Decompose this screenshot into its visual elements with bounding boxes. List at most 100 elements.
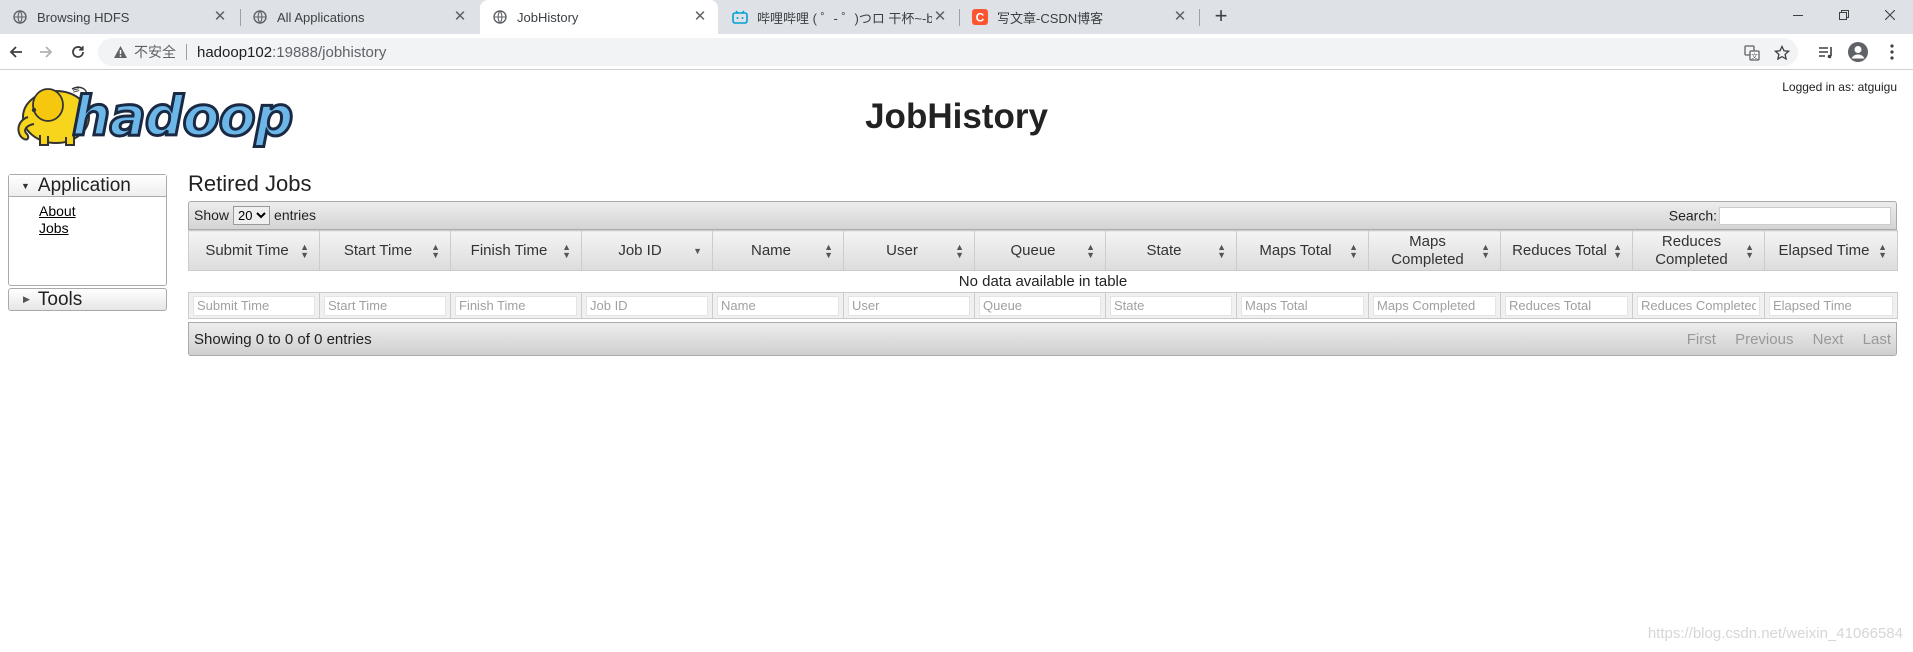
tab-csdn[interactable]: C 写文章-CSDN博客 ✕ bbox=[960, 0, 1198, 34]
close-icon[interactable]: ✕ bbox=[692, 9, 708, 25]
filter-input-start-time[interactable] bbox=[324, 295, 446, 316]
filter-input-queue[interactable] bbox=[979, 295, 1101, 316]
sidebar-links: About Jobs bbox=[9, 197, 166, 237]
column-header-finish-time[interactable]: Finish Time ▲ ▼ bbox=[450, 230, 582, 271]
pager-first-button[interactable]: First bbox=[1687, 331, 1716, 348]
sort-both-icon: ▲ ▼ bbox=[1613, 241, 1622, 260]
sort-desc-icon: ▼ bbox=[693, 245, 702, 256]
filter-input-state[interactable] bbox=[1110, 295, 1232, 316]
forward-button[interactable] bbox=[32, 38, 60, 66]
tab-jobhistory[interactable]: JobHistory ✕ bbox=[480, 0, 718, 34]
column-header-maps-completed[interactable]: Maps Completed ▲ ▼ bbox=[1368, 230, 1501, 271]
column-header-maps-total[interactable]: Maps Total ▲ ▼ bbox=[1236, 230, 1369, 271]
close-window-button[interactable] bbox=[1867, 0, 1913, 30]
minimize-button[interactable] bbox=[1775, 0, 1821, 30]
sort-both-icon: ▲ ▼ bbox=[1217, 241, 1226, 260]
filter-input-job-id[interactable] bbox=[586, 295, 708, 316]
menu-button[interactable] bbox=[1878, 38, 1906, 66]
csdn-icon: C bbox=[972, 9, 988, 25]
new-tab-button[interactable]: + bbox=[1208, 4, 1234, 30]
column-header-user[interactable]: User ▲ ▼ bbox=[843, 230, 975, 271]
page-body: ≋ hadoop JobHistory Logged in as: atguig… bbox=[0, 71, 1913, 652]
triangle-right-icon: ▶ bbox=[23, 294, 30, 304]
filter-input-maps-total[interactable] bbox=[1241, 295, 1364, 316]
filter-input-reduces-completed[interactable] bbox=[1637, 295, 1760, 316]
column-header-label: Reduces Total bbox=[1512, 241, 1607, 259]
pager-last-button[interactable]: Last bbox=[1863, 331, 1891, 348]
filter-input-submit-time[interactable] bbox=[193, 295, 315, 316]
filter-cell bbox=[1105, 292, 1237, 319]
sort-both-icon: ▲ ▼ bbox=[955, 241, 964, 260]
sort-both-icon: ▲ ▼ bbox=[1349, 241, 1358, 260]
search-input[interactable] bbox=[1719, 206, 1891, 225]
address-bar[interactable]: 不安全 hadoop102:19888/jobhistory 文 bbox=[98, 38, 1798, 66]
close-icon[interactable]: ✕ bbox=[452, 9, 468, 25]
sort-both-icon: ▲ ▼ bbox=[1481, 241, 1490, 260]
filter-input-elapsed-time[interactable] bbox=[1769, 295, 1893, 316]
filter-input-finish-time[interactable] bbox=[455, 295, 577, 316]
search-control: Search: bbox=[1669, 206, 1891, 225]
minimize-icon bbox=[1793, 15, 1803, 16]
tab-title: 哔哩哔哩 ( ゜- ゜)つロ 干杯~-bili bbox=[757, 10, 932, 26]
back-button[interactable] bbox=[2, 38, 30, 66]
close-icon[interactable]: ✕ bbox=[932, 9, 948, 25]
triangle-down-icon: ▼ bbox=[21, 180, 30, 191]
filter-cell bbox=[712, 292, 844, 319]
column-header-reduces-completed[interactable]: Reduces Completed ▲ ▼ bbox=[1632, 230, 1765, 271]
sort-both-icon: ▲ ▼ bbox=[824, 241, 833, 260]
close-icon[interactable]: ✕ bbox=[1172, 9, 1188, 25]
svg-text:文: 文 bbox=[1751, 52, 1758, 61]
column-header-state[interactable]: State ▲ ▼ bbox=[1105, 230, 1237, 271]
column-header-name[interactable]: Name ▲ ▼ bbox=[712, 230, 844, 271]
sidebar-application-header[interactable]: ▼ Application bbox=[9, 175, 166, 197]
security-label: 不安全 bbox=[134, 44, 176, 60]
sort-both-icon: ▲ ▼ bbox=[562, 241, 571, 260]
pagination: First Previous Next Last bbox=[1672, 331, 1891, 348]
sidebar-link-about[interactable]: About bbox=[39, 203, 166, 220]
table-info: Showing 0 to 0 of 0 entries bbox=[194, 330, 372, 348]
tab-divider bbox=[1199, 9, 1200, 26]
tab-browsing-hdfs[interactable]: Browsing HDFS ✕ bbox=[0, 0, 238, 34]
filter-input-name[interactable] bbox=[717, 295, 839, 316]
column-header-submit-time[interactable]: Submit Time ▲ ▼ bbox=[188, 230, 320, 271]
translate-icon[interactable]: 文 bbox=[1743, 44, 1761, 62]
bookmark-star-icon[interactable] bbox=[1773, 44, 1791, 62]
filter-cell bbox=[1500, 292, 1633, 319]
filter-cell bbox=[319, 292, 451, 319]
column-header-queue[interactable]: Queue ▲ ▼ bbox=[974, 230, 1106, 271]
filter-cell bbox=[450, 292, 582, 319]
filter-input-user[interactable] bbox=[848, 295, 970, 316]
column-header-start-time[interactable]: Start Time ▲ ▼ bbox=[319, 230, 451, 271]
sidebar-tools[interactable]: ▶ Tools bbox=[8, 288, 167, 311]
sort-both-icon: ▲ ▼ bbox=[1745, 241, 1754, 260]
restore-button[interactable] bbox=[1821, 0, 1867, 30]
column-header-reduces-total[interactable]: Reduces Total ▲ ▼ bbox=[1500, 230, 1633, 271]
tab-bilibili[interactable]: 哔哩哔哩 ( ゜- ゜)つロ 干杯~-bili ✕ bbox=[720, 0, 958, 34]
entries-select[interactable]: 20 bbox=[233, 206, 271, 225]
svg-text:C: C bbox=[976, 11, 985, 25]
reload-button[interactable] bbox=[64, 38, 92, 66]
pager-next-button[interactable]: Next bbox=[1813, 331, 1844, 348]
table-header-row: Submit Time ▲ ▼ Start Time ▲ ▼ Finish Time ▲ ▼ Jo… bbox=[188, 230, 1898, 271]
tab-title: Browsing HDFS bbox=[37, 9, 130, 25]
filter-input-reduces-total[interactable] bbox=[1505, 295, 1628, 316]
filter-input-maps-completed[interactable] bbox=[1373, 295, 1496, 316]
filter-cell bbox=[974, 292, 1106, 319]
column-header-job-id[interactable]: Job ID ▼ bbox=[581, 230, 713, 271]
column-header-label: User bbox=[886, 241, 918, 259]
column-header-label: Name bbox=[750, 241, 791, 259]
filter-cell bbox=[1368, 292, 1501, 319]
tab-all-applications[interactable]: All Applications ✕ bbox=[240, 0, 478, 34]
sidebar-link-jobs[interactable]: Jobs bbox=[39, 220, 166, 237]
reading-list-button[interactable] bbox=[1812, 38, 1840, 66]
page-title: JobHistory bbox=[865, 97, 1048, 136]
length-control: Show 20 entries bbox=[194, 206, 316, 225]
profile-button[interactable] bbox=[1844, 38, 1872, 66]
sort-both-icon: ▲ ▼ bbox=[1086, 241, 1095, 260]
filter-cell bbox=[843, 292, 975, 319]
pager-previous-button[interactable]: Previous bbox=[1735, 331, 1793, 348]
column-header-elapsed-time[interactable]: Elapsed Time ▲ ▼ bbox=[1764, 230, 1898, 271]
close-icon[interactable]: ✕ bbox=[212, 9, 228, 25]
column-header-label: Finish Time bbox=[470, 241, 548, 259]
column-header-label: Job ID bbox=[618, 241, 662, 259]
